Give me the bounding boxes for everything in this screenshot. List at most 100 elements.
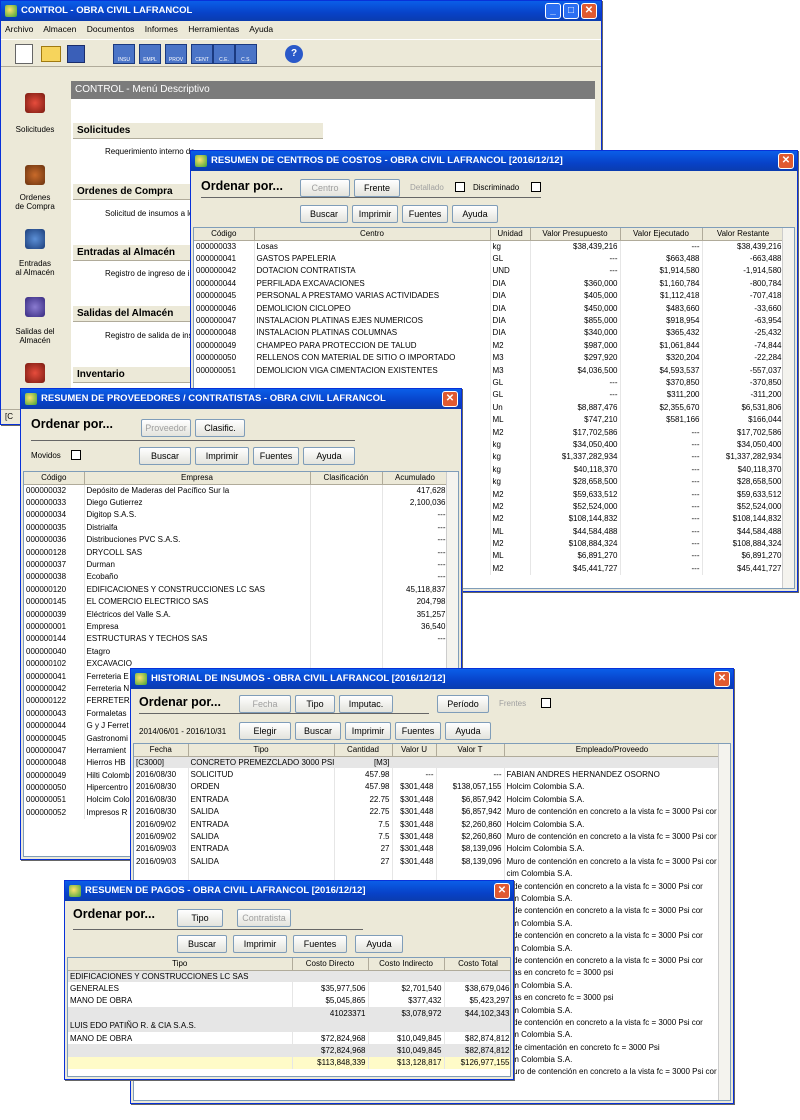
table-row[interactable]: 2016/09/03 SALIDA 27 $301,448 $8,139,096 Muro…: [134, 855, 721, 868]
table-row[interactable]: 000000044 PERFILADA EXCAVACIONES DIA $360,0…: [194, 277, 785, 290]
table-row[interactable]: GL --- $370,850 -370,850: [194, 376, 785, 389]
table-row[interactable]: MANO DE OBRA $72,824,968 $10,049,845 $82,87…: [68, 1031, 510, 1045]
close-icon[interactable]: ✕: [494, 883, 510, 899]
historial-scrollbar[interactable]: [718, 744, 730, 1100]
menu-ayuda[interactable]: Ayuda: [249, 24, 273, 34]
table-row[interactable]: cim Colombia S.A.: [134, 867, 721, 880]
pagos-buscar-button[interactable]: Buscar: [177, 935, 227, 953]
table-row[interactable]: MANO DE OBRA $5,045,865 $377,432 $5,423,297: [68, 994, 510, 1008]
sidebar-item-salidas[interactable]: Salidas del Almacén: [1, 327, 69, 345]
table-row[interactable]: 000000051 DEMOLICION VIGA CIMENTACION EXI…: [194, 363, 785, 377]
toolbar-cs-button[interactable]: C.S.: [235, 44, 257, 64]
detallado-checkbox[interactable]: [455, 182, 465, 192]
toolbar-insu-button[interactable]: INSU: [113, 44, 135, 64]
historial-elegir-button[interactable]: Elegir: [239, 722, 291, 740]
table-row[interactable]: 000000050 RELLENOS CON MATERIAL DE SITIO …: [194, 351, 785, 364]
table-row[interactable]: 000000144 ESTRUCTURAS Y TECHOS SAS ---: [24, 632, 449, 646]
table-row[interactable]: 000000001 Empresa 36,540: [24, 620, 449, 633]
proveedores-imprimir-button[interactable]: Imprimir: [195, 447, 249, 465]
table-row[interactable]: 000000037 Durman ---: [24, 558, 449, 571]
solicitudes-icon[interactable]: [25, 93, 45, 113]
toolbar-empl-button[interactable]: EMPL: [139, 44, 161, 64]
help-icon[interactable]: ?: [285, 45, 303, 63]
maximize-icon[interactable]: □: [563, 3, 579, 19]
table-row[interactable]: 000000038 Ecobaño ---: [24, 570, 449, 584]
salidas-icon[interactable]: [25, 297, 45, 317]
table-row[interactable]: 000000034 Digitop S.A.S. ---: [24, 508, 449, 522]
sort-imputac-button[interactable]: Imputac.: [339, 695, 393, 713]
save-icon[interactable]: [67, 45, 85, 63]
pagos-imprimir-button[interactable]: Imprimir: [233, 935, 287, 953]
table-row[interactable]: 000000033 Losas kg $38,439,216 --- $38,439,21…: [194, 240, 785, 253]
historial-imprimir-button[interactable]: Imprimir: [345, 722, 391, 740]
sort-centro-button[interactable]: Centro: [300, 179, 350, 197]
table-row[interactable]: 000000032 Depósito de Maderas del Pacífic…: [24, 484, 449, 497]
minimize-icon[interactable]: _: [545, 3, 561, 19]
table-row[interactable]: 000000045 PERSONAL A PRESTAMO VARIAS ACTI…: [194, 289, 785, 302]
movidos-checkbox[interactable]: [71, 450, 81, 460]
menu-archivo[interactable]: Archivo: [5, 24, 33, 34]
table-row[interactable]: 000000120 EDIFICACIONES Y CONSTRUCCIONES …: [24, 583, 449, 596]
table-row[interactable]: EDIFICACIONES Y CONSTRUCCIONES LC SAS: [68, 970, 510, 983]
table-row[interactable]: 000000035 Distrialfa ---: [24, 521, 449, 534]
proveedores-fuentes-button[interactable]: Fuentes: [253, 447, 299, 465]
table-row[interactable]: 000000041 GASTOS PAPELERIA GL --- $663,488 -6…: [194, 252, 785, 265]
periodo-button[interactable]: Período: [437, 695, 489, 713]
sort-frente-button[interactable]: Frente: [354, 179, 400, 197]
proveedores-buscar-button[interactable]: Buscar: [139, 447, 191, 465]
sort-contratista-button[interactable]: Contratista: [237, 909, 291, 927]
open-folder-icon[interactable]: [41, 46, 61, 62]
inventario-icon[interactable]: [25, 363, 45, 383]
centros-buscar-button[interactable]: Buscar: [300, 205, 348, 223]
historial-buscar-button[interactable]: Buscar: [295, 722, 341, 740]
table-row[interactable]: 000000049 CHAMPEO PARA PROTECCION DE TALU…: [194, 339, 785, 352]
menu-documentos[interactable]: Documentos: [87, 24, 135, 34]
proveedores-ayuda-button[interactable]: Ayuda: [303, 447, 355, 465]
close-icon[interactable]: ✕: [714, 671, 730, 687]
table-row[interactable]: 2016/09/02 SALIDA 7.5 $301,448 $2,260,860 Mur…: [134, 830, 721, 843]
table-row[interactable]: 000000047 INSTALACION PLATINAS EJES NUMER…: [194, 314, 785, 327]
centros-fuentes-button[interactable]: Fuentes: [402, 205, 448, 223]
table-row[interactable]: 000000039 Eléctricos del Valle S.A. 351,25…: [24, 607, 449, 621]
centros-scrollbar[interactable]: [782, 228, 794, 588]
table-row[interactable]: GENERALES $35,977,506 $2,701,540 $38,679,04…: [68, 982, 510, 995]
table-row[interactable]: 2016/09/02 ENTRADA 7.5 $301,448 $2,260,860 Ho…: [134, 817, 721, 831]
table-row[interactable]: 000000036 Distribuciones PVC S.A.S. ---: [24, 533, 449, 546]
table-row[interactable]: 2016/08/30 ENTRADA 22.75 $301,448 $6,857,942…: [134, 793, 721, 806]
table-row[interactable]: 000000040 Etagro: [24, 645, 449, 658]
discriminado-checkbox[interactable]: [531, 182, 541, 192]
table-row[interactable]: 2016/08/30 SALIDA 22.75 $301,448 $6,857,942 M…: [134, 805, 721, 818]
sidebar-item-entradas[interactable]: Entradas al Almacén: [1, 259, 69, 277]
pagos-fuentes-button[interactable]: Fuentes: [293, 935, 347, 953]
pagos-ayuda-button[interactable]: Ayuda: [355, 935, 403, 953]
close-icon[interactable]: ✕: [442, 391, 458, 407]
centros-ayuda-button[interactable]: Ayuda: [452, 205, 498, 223]
table-row[interactable]: 000000042 DOTACION CONTRATISTA UND --- $1,91…: [194, 264, 785, 278]
historial-ayuda-button[interactable]: Ayuda: [445, 722, 491, 740]
section-solicitudes[interactable]: Solicitudes: [73, 123, 323, 139]
toolbar-cent-button[interactable]: CENT: [191, 44, 213, 64]
sidebar-item-ordenes[interactable]: Ordenes de Compra: [1, 193, 69, 211]
sort-tipo-button[interactable]: Tipo: [177, 909, 223, 927]
frentes-checkbox[interactable]: [541, 698, 551, 708]
sort-proveedor-button[interactable]: Proveedor: [141, 419, 191, 437]
sort-fecha-button[interactable]: Fecha: [239, 695, 291, 713]
menu-informes[interactable]: Informes: [145, 24, 178, 34]
menu-herramientas[interactable]: Herramientas: [188, 24, 239, 34]
table-row[interactable]: 2016/09/03 ENTRADA 27 $301,448 $8,139,096 Hol…: [134, 842, 721, 856]
table-row[interactable]: 2016/08/30 ORDEN 457.98 $301,448 $138,057,15…: [134, 780, 721, 794]
table-row[interactable]: $72,824,968 $10,049,845 $82,874,812: [68, 1044, 510, 1057]
entradas-icon[interactable]: [25, 229, 45, 249]
table-row[interactable]: $113,848,339 $13,128,817 $126,977,155: [68, 1056, 510, 1070]
menu-almacen[interactable]: Almacen: [43, 24, 76, 34]
table-row[interactable]: LUIS EDO PATIÑO R. & CIA S.A.S.: [68, 1019, 510, 1032]
new-file-icon[interactable]: [15, 44, 33, 64]
close-icon[interactable]: ✕: [581, 3, 597, 19]
table-row[interactable]: 41023371 $3,078,972 $44,102,343: [68, 1007, 510, 1020]
sort-tipo-button[interactable]: Tipo: [295, 695, 335, 713]
table-row[interactable]: 000000046 DEMOLICION CICLOPEO DIA $450,000 $…: [194, 301, 785, 315]
table-row[interactable]: 000000128 DRYCOLL SAS ---: [24, 545, 449, 559]
table-row[interactable]: 000000048 INSTALACION PLATINAS COLUMNAS DI…: [194, 326, 785, 340]
centros-imprimir-button[interactable]: Imprimir: [352, 205, 398, 223]
sidebar-item-solicitudes[interactable]: Solicitudes: [1, 125, 69, 134]
